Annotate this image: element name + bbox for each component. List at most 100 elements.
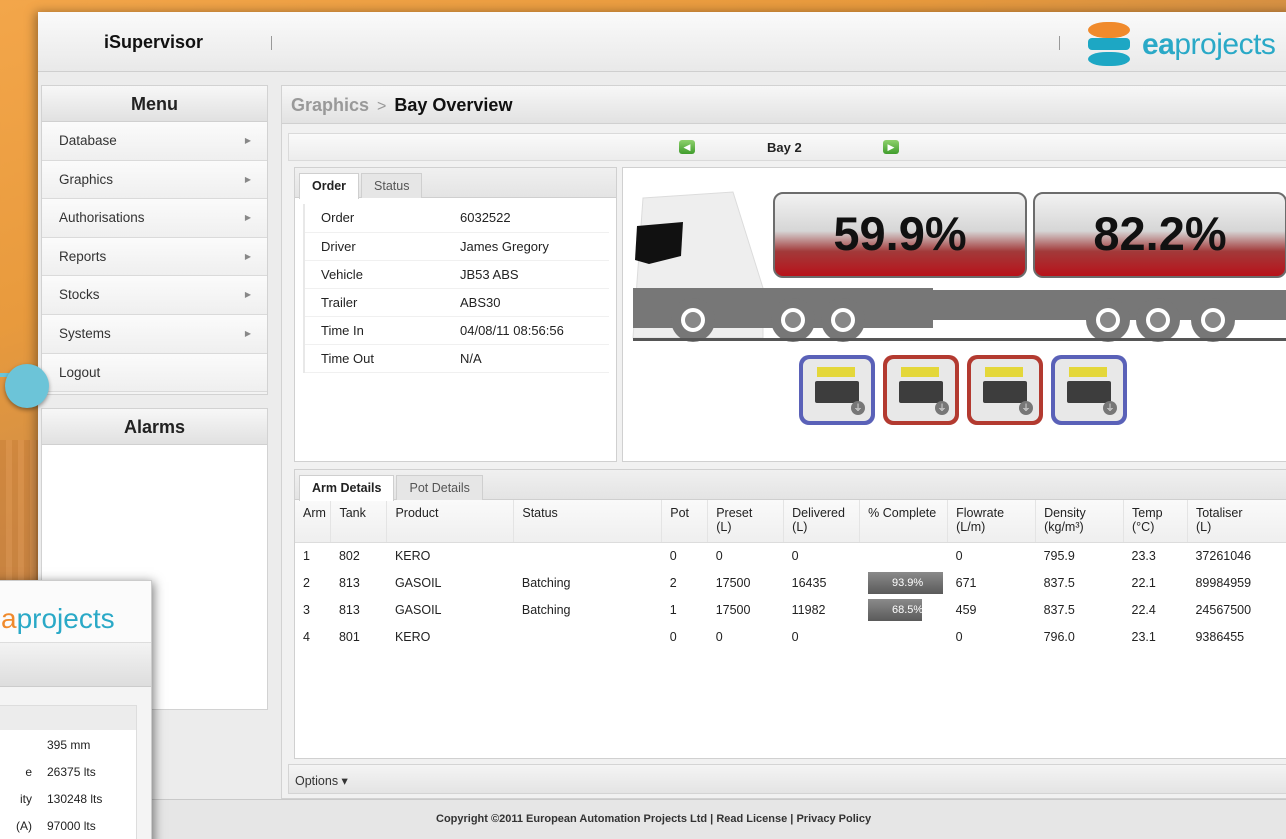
cell-tank: 802 [338, 548, 360, 563]
bay-selector: ◀ Bay 2 ▶ [288, 133, 1286, 161]
options-button[interactable]: Options ▾ [295, 773, 348, 788]
cell-complete [860, 542, 948, 569]
table-row: Trailer ABS30 [303, 288, 609, 317]
column-header[interactable]: Temp (°C) [1123, 500, 1188, 543]
pot-button[interactable]: ⏚ [799, 355, 875, 425]
cell-tank: 813 [338, 602, 360, 617]
menu-item-logout[interactable]: Logout [42, 353, 267, 393]
options-bar: Options ▾ [288, 764, 1286, 794]
cell-temp: 22.1 [1131, 575, 1156, 590]
menu-item-stocks[interactable]: Stocks ▶ [42, 276, 267, 315]
cell-pot: 0 [669, 629, 677, 644]
cell-arm: 1 [303, 548, 310, 563]
cell-temp: 23.3 [1131, 548, 1156, 563]
cell-temp: 23.1 [1131, 629, 1156, 644]
table-row[interactable]: 3 813 GASOIL Batching 1 17500 11982 68.5% 459 837… [295, 596, 1286, 623]
column-header[interactable]: Product [386, 500, 515, 543]
cell-status [514, 542, 662, 569]
pot-indicators: ⏚ ⏚ ⏚ ⏚ [799, 355, 1127, 425]
table-row: Vehicle JB53 ABS [303, 260, 609, 289]
inset-header [0, 643, 151, 687]
column-header[interactable]: Totaliser (L) [1187, 500, 1286, 543]
column-header[interactable]: Preset (L) [707, 500, 785, 543]
column-header[interactable]: Tank [330, 500, 388, 543]
table-row[interactable]: 2 813 GASOIL Batching 2 17500 16435 93.9% 671 837… [295, 569, 1286, 596]
read-license-link[interactable]: Read License [716, 813, 787, 825]
cell-density: 837.5 [1043, 602, 1075, 617]
cell-density: 796.0 [1043, 629, 1075, 644]
tanker-graphic: 59.9% 82.2% ⏚ ⏚ ⏚ ⏚ [622, 167, 1286, 462]
column-header[interactable]: Flowrate (L/m) [947, 500, 1037, 543]
order-tabs: Order Status [295, 168, 616, 199]
cell-pot: 0 [669, 548, 677, 563]
cell-density: 795.9 [1043, 548, 1075, 563]
menu-item-reports[interactable]: Reports ▶ [42, 237, 267, 277]
compartment-2-level[interactable]: 82.2% [1033, 192, 1286, 278]
column-header[interactable]: Density (kg/m³) [1035, 500, 1125, 543]
menu-item-authorisations[interactable]: Authorisations ▶ [42, 199, 267, 238]
cell-flowrate: 459 [955, 602, 977, 617]
table-row: Driver James Gregory [303, 232, 609, 261]
table-row[interactable]: 4 801 KERO 0 0 0 0 796.0 23.1 9386455 [295, 623, 1286, 650]
tab-arm-details[interactable]: Arm Details [299, 475, 395, 501]
pot-button[interactable]: ⏚ [967, 355, 1043, 425]
breadcrumb-parent[interactable]: Graphics [291, 95, 369, 115]
cell-preset: 0 [715, 548, 723, 563]
cell-delivered: 11982 [791, 602, 826, 617]
column-header[interactable]: % Complete [859, 500, 949, 543]
cell-status: Batching [521, 602, 571, 617]
logo: eaprojects [1086, 22, 1276, 68]
list-item: 395 mm [47, 738, 91, 752]
earth-icon: ⏚ [935, 401, 949, 415]
breadcrumb: Graphics > Bay Overview [282, 86, 1286, 124]
toolbar-divider [271, 36, 272, 50]
tab-pot-details[interactable]: Pot Details [396, 475, 483, 500]
cell-product: KERO [394, 629, 431, 644]
cell-density: 837.5 [1043, 575, 1075, 590]
chevron-right-icon: ▶ [244, 328, 251, 338]
cell-product: GASOIL [394, 602, 442, 617]
pot-button[interactable]: ⏚ [1051, 355, 1127, 425]
earth-icon: ⏚ [1103, 401, 1117, 415]
table-row[interactable]: 1 802 KERO 0 0 0 0 795.9 23.3 37261046 [295, 542, 1286, 569]
cell-flowrate: 671 [955, 575, 977, 590]
menu-item-graphics[interactable]: Graphics ▶ [42, 160, 267, 200]
list-item: e 26375 lts [25, 765, 96, 779]
chevron-right-icon: ▶ [244, 136, 251, 145]
app-title: iSupervisor [104, 32, 204, 52]
arrow-right-icon[interactable]: ▶ [883, 140, 899, 154]
tab-order[interactable]: Order [299, 173, 360, 199]
list-item: ity 130248 lts [20, 792, 103, 806]
cell-delivered: 16435 [791, 575, 827, 590]
column-header[interactable]: Delivered (L) [783, 500, 861, 543]
arrow-left-icon[interactable]: ◀ [679, 140, 695, 154]
privacy-policy-link[interactable]: Privacy Policy [796, 813, 871, 825]
chevron-right-icon: ▶ [244, 290, 251, 300]
toolbar-divider [1059, 36, 1060, 50]
cell-preset: 17500 [715, 575, 751, 590]
menu-item-database[interactable]: Database ▶ [42, 122, 267, 161]
cell-pot: 1 [669, 602, 677, 617]
inset-logo: aprojects [0, 581, 151, 643]
cell-delivered: 0 [791, 629, 799, 644]
pot-button[interactable]: ⏚ [883, 355, 959, 425]
compartment-1-level[interactable]: 59.9% [773, 192, 1027, 278]
cell-complete [860, 623, 948, 650]
cell-arm: 3 [303, 602, 310, 617]
column-header[interactable]: Pot [661, 500, 709, 543]
tab-status[interactable]: Status [361, 173, 423, 198]
chevron-right-icon: ▶ [244, 251, 251, 261]
arm-details-panel: Arm Details Pot Details Arm Tank Product Sta… [294, 469, 1286, 759]
logo-text: eaprojects [1142, 28, 1276, 61]
app-window: iSupervisor eaprojects Menu Database ▶ Gr… [38, 12, 1286, 839]
column-header[interactable]: Status [513, 500, 663, 543]
chevron-right-icon: ▶ [244, 174, 251, 184]
table-row: Time In 04/08/11 08:56:56 [303, 316, 609, 345]
logo-mark-icon [1086, 22, 1132, 68]
cell-tank: 801 [338, 629, 360, 644]
cell-tank: 813 [338, 575, 360, 590]
table-row: Order 6032522 [303, 204, 609, 233]
cell-totaliser: 89984959 [1195, 575, 1252, 590]
column-header[interactable]: Arm [295, 500, 332, 543]
menu-item-systems[interactable]: Systems ▶ [42, 314, 267, 354]
